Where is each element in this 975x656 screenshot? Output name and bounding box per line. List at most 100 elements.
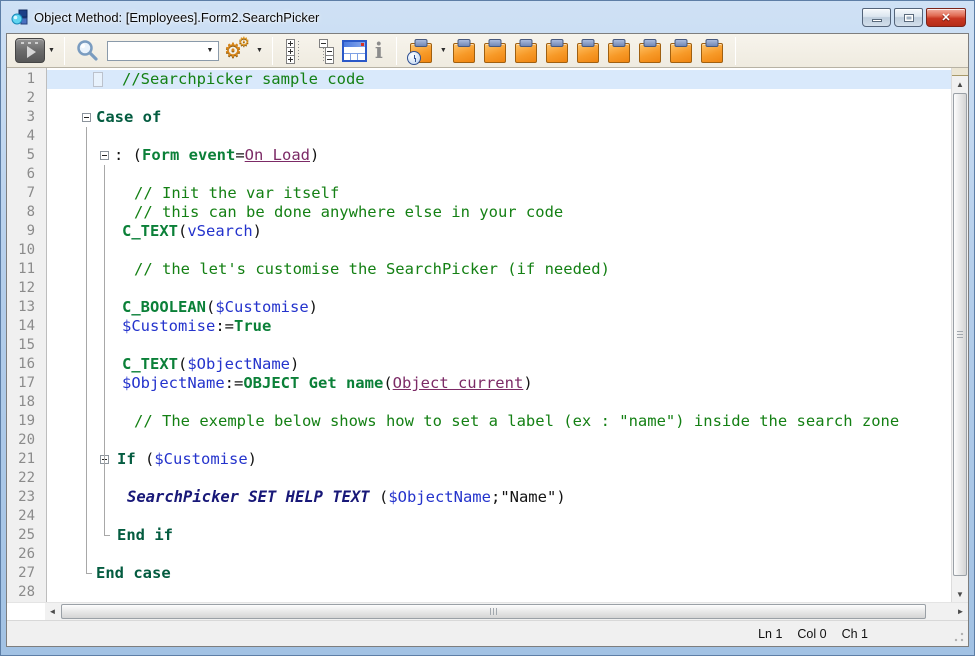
code-line-21[interactable]: If ($Customise) <box>47 450 951 469</box>
status-column: Col 0 <box>797 627 826 641</box>
clipboard-icon[interactable] <box>452 39 476 63</box>
clipboard-icon[interactable] <box>514 39 538 63</box>
close-button[interactable]: ✕ <box>926 8 966 27</box>
line-number: 8 <box>7 203 46 222</box>
toolbar-separator <box>272 37 273 65</box>
line-number: 22 <box>7 469 46 488</box>
vertical-scrollbar[interactable]: ▲ ▼ <box>951 68 968 602</box>
code-line-18[interactable] <box>47 393 951 412</box>
code-line-15[interactable] <box>47 336 951 355</box>
caret-marker <box>93 72 103 87</box>
code-line-16[interactable]: C_TEXT($ObjectName) <box>47 355 951 374</box>
tree-expand-icon <box>285 39 305 63</box>
clipboard-icon[interactable] <box>483 39 507 63</box>
line-number: 4 <box>7 127 46 146</box>
execute-method-button[interactable]: ▼ <box>15 38 55 63</box>
code-line-22[interactable] <box>47 469 951 488</box>
scroll-left-arrow[interactable]: ◄ <box>45 603 60 620</box>
code-line-25[interactable]: End if <box>47 526 951 545</box>
code-line-20[interactable] <box>47 431 951 450</box>
code-line-14[interactable]: $Customise:=True <box>47 317 951 336</box>
clipboard-icon[interactable] <box>669 39 693 63</box>
titlebar: Object Method: [Employees].Form2.SearchP… <box>1 1 974 33</box>
resize-grip[interactable] <box>954 632 964 642</box>
horizontal-scrollbar[interactable]: ◄ ► <box>7 602 968 620</box>
expand-all-button[interactable] <box>282 39 308 63</box>
line-number: 20 <box>7 431 46 450</box>
chevron-down-icon[interactable]: ▼ <box>48 47 55 54</box>
search-button[interactable] <box>74 38 101 64</box>
line-number: 7 <box>7 184 46 203</box>
code-line-6[interactable] <box>47 165 951 184</box>
line-number: 23 <box>7 488 46 507</box>
code-line-7[interactable]: // Init the var itself <box>47 184 951 203</box>
code-editor[interactable]: //Searchpicker sample code Case of : (Form… <box>47 68 951 602</box>
code-line-23[interactable]: SearchPicker SET HELP TEXT ($ObjectName;… <box>47 488 951 507</box>
close-icon: ✕ <box>941 11 950 24</box>
clipboard-buttons <box>449 39 728 63</box>
status-character: Ch 1 <box>842 627 868 641</box>
method-properties-button[interactable] <box>342 40 367 62</box>
clipboard-clock-icon <box>409 39 433 63</box>
scroll-right-arrow[interactable]: ► <box>953 603 968 620</box>
gears-icon: ⚙ ⚙ <box>225 38 253 64</box>
code-line-28[interactable] <box>47 583 951 602</box>
search-combobox[interactable]: ▼ <box>107 41 219 61</box>
code-line-8[interactable]: // this can be done anywhere else in you… <box>47 203 951 222</box>
line-number: 16 <box>7 355 46 374</box>
line-number: 21 <box>7 450 46 469</box>
scroll-down-arrow[interactable]: ▼ <box>952 586 968 602</box>
horizontal-scroll-track[interactable] <box>60 603 953 620</box>
line-number: 3 <box>7 108 46 127</box>
code-line-4[interactable] <box>47 127 951 146</box>
code-line-13[interactable]: C_BOOLEAN($Customise) <box>47 298 951 317</box>
form-icon <box>342 40 367 62</box>
line-number: 18 <box>7 393 46 412</box>
indent-guide <box>86 127 92 574</box>
minimize-button[interactable] <box>862 8 891 27</box>
code-line-26[interactable] <box>47 545 951 564</box>
chevron-down-icon[interactable]: ▼ <box>440 47 447 54</box>
code-line-24[interactable] <box>47 507 951 526</box>
line-number: 2 <box>7 89 46 108</box>
fold-collapse-icon[interactable] <box>100 151 109 160</box>
restore-button[interactable] <box>894 8 923 27</box>
window-controls: ✕ <box>862 8 966 27</box>
line-number: 1 <box>7 70 46 89</box>
code-line-11[interactable]: // the let's customise the SearchPicker … <box>47 260 951 279</box>
code-line-1[interactable]: //Searchpicker sample code <box>47 70 951 89</box>
clipboard-icon[interactable] <box>607 39 631 63</box>
clipboard-icon[interactable] <box>700 39 724 63</box>
clipboard-icon[interactable] <box>638 39 662 63</box>
splitter-handle[interactable] <box>952 68 968 76</box>
scrollbar-spacer <box>7 603 45 620</box>
line-number: 25 <box>7 526 46 545</box>
clipboard-history-button[interactable]: ▼ <box>406 39 447 63</box>
code-line-17[interactable]: $ObjectName:=OBJECT Get name(Object curr… <box>47 374 951 393</box>
macros-button[interactable]: ⚙ ⚙ ▼ <box>225 38 263 64</box>
code-line-9[interactable]: C_TEXT(vSearch) <box>47 222 951 241</box>
search-input[interactable] <box>108 43 202 59</box>
magnifier-icon <box>74 38 101 64</box>
clipboard-icon[interactable] <box>545 39 569 63</box>
clipboard-icon[interactable] <box>576 39 600 63</box>
scroll-up-arrow[interactable]: ▲ <box>952 76 968 92</box>
vertical-scroll-track[interactable] <box>952 92 968 586</box>
chevron-down-icon[interactable]: ▼ <box>202 47 218 54</box>
information-button[interactable]: i <box>371 40 387 62</box>
code-line-19[interactable]: // The exemple below shows how to set a … <box>47 412 951 431</box>
code-line-3[interactable]: Case of <box>47 108 951 127</box>
code-line-10[interactable] <box>47 241 951 260</box>
code-line-2[interactable] <box>47 89 951 108</box>
code-line-12[interactable] <box>47 279 951 298</box>
restore-icon <box>904 14 914 22</box>
chevron-down-icon[interactable]: ▼ <box>256 47 263 54</box>
horizontal-scroll-thumb[interactable] <box>61 604 926 619</box>
collapse-all-button[interactable] <box>312 39 338 63</box>
vertical-scroll-thumb[interactable] <box>953 93 967 576</box>
code-line-5[interactable]: : (Form event=On Load) <box>47 146 951 165</box>
line-number: 26 <box>7 545 46 564</box>
line-number: 27 <box>7 564 46 583</box>
code-line-27[interactable]: End case <box>47 564 951 583</box>
fold-collapse-icon[interactable] <box>82 113 91 122</box>
